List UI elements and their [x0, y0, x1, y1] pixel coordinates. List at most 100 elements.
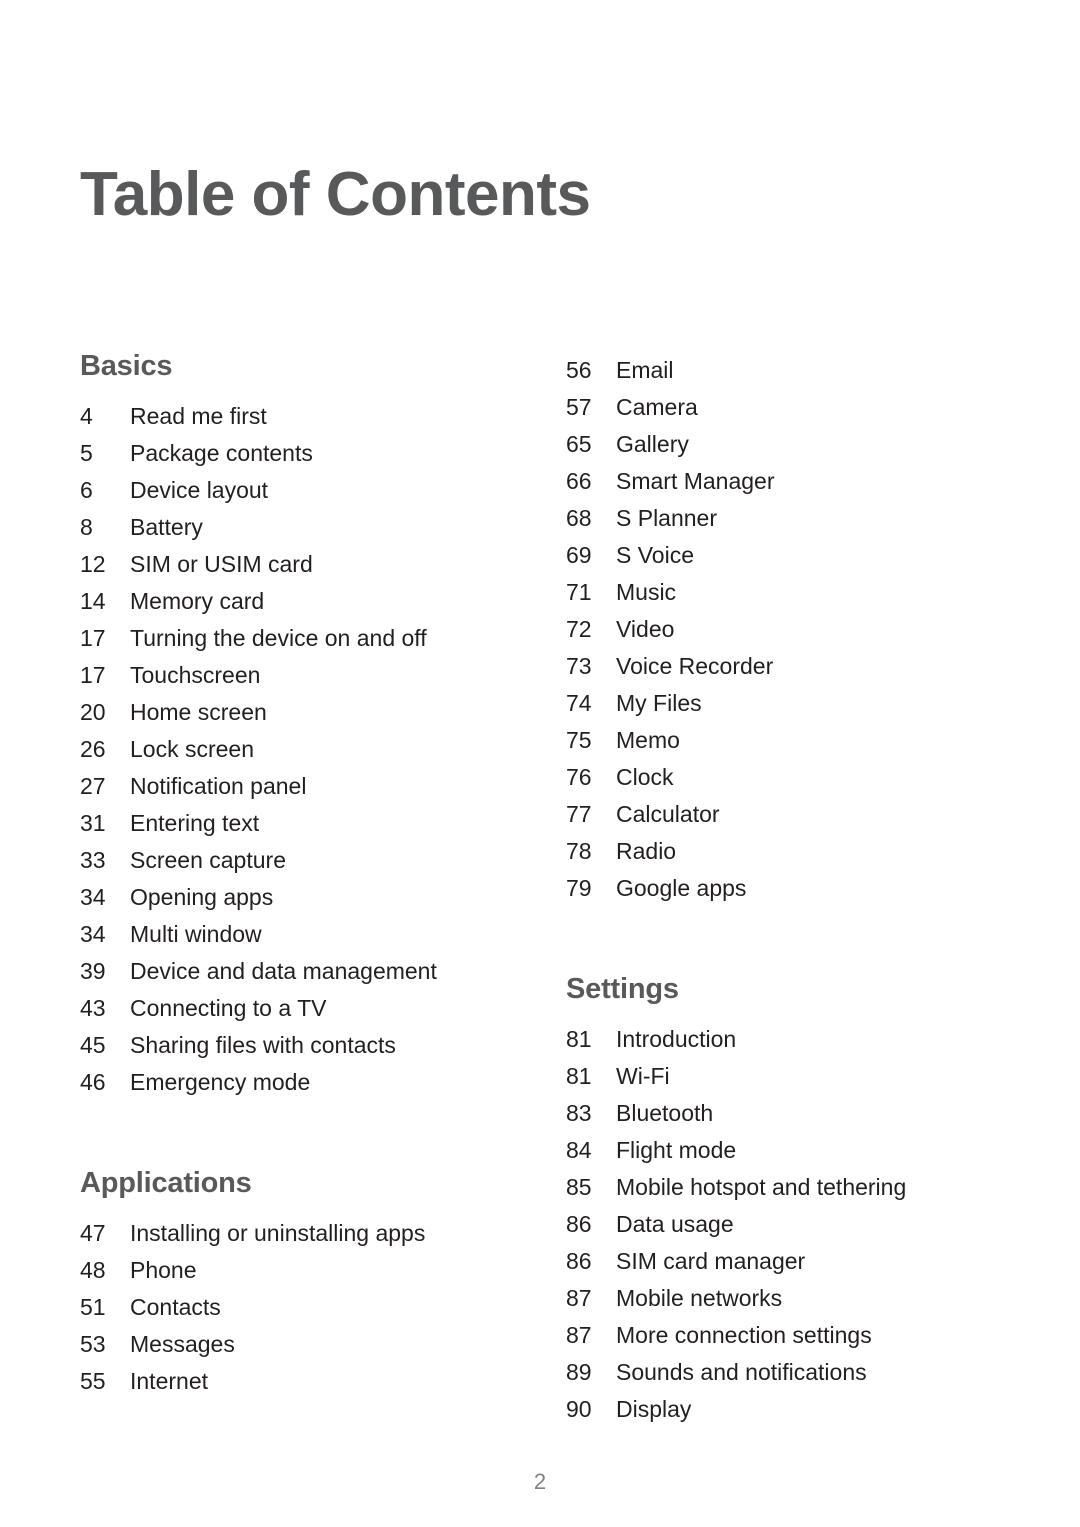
toc-entry-label: Emergency mode: [130, 1069, 311, 1095]
toc-entry[interactable]: 4 Read me first: [80, 398, 520, 435]
toc-entry[interactable]: 57 Camera: [566, 389, 1006, 426]
toc-entry-page: 56: [566, 357, 592, 383]
toc-entry[interactable]: 8 Battery: [80, 509, 520, 546]
toc-entry[interactable]: 74 My Files: [566, 685, 1006, 722]
toc-entry-page: 73: [566, 653, 592, 679]
toc-entry-label: Memory card: [130, 588, 265, 614]
toc-entry-page: 47: [80, 1220, 106, 1246]
toc-entry[interactable]: 81 Wi-Fi: [566, 1058, 1006, 1095]
toc-entry[interactable]: 77 Calculator: [566, 796, 1006, 833]
toc-entry-page: 8: [80, 514, 93, 540]
toc-entry[interactable]: 31 Entering text: [80, 805, 520, 842]
toc-entry-label: Contacts: [130, 1294, 221, 1320]
toc-entry[interactable]: 65 Gallery: [566, 426, 1006, 463]
toc-entry[interactable]: 56 Email: [566, 352, 1006, 389]
toc-entry[interactable]: 79 Google apps: [566, 870, 1006, 907]
toc-entry[interactable]: 34 Opening apps: [80, 879, 520, 916]
toc-entry[interactable]: 85 Mobile hotspot and tethering: [566, 1169, 1006, 1206]
toc-entry[interactable]: 68 S Planner: [566, 500, 1006, 537]
toc-entry-label: Music: [616, 579, 677, 605]
toc-entry-page: 71: [566, 579, 592, 605]
toc-entry-page: 87: [566, 1285, 592, 1311]
toc-entry-label: Flight mode: [616, 1137, 737, 1163]
toc-entry-page: 66: [566, 468, 592, 494]
toc-section: Basics 4 Read me first 5 Package contents 6 De…: [80, 352, 520, 1101]
toc-entry[interactable]: 27 Notification panel: [80, 768, 520, 805]
toc-list: 4 Read me first 5 Package contents 6 Device l…: [80, 398, 520, 1101]
toc-entry[interactable]: 66 Smart Manager: [566, 463, 1006, 500]
toc-section: 56 Email 57 Camera 65 Gallery 66 Smart Manager 6…: [566, 352, 1006, 907]
toc-entry[interactable]: 14 Memory card: [80, 583, 520, 620]
toc-entry[interactable]: 81 Introduction: [566, 1021, 1006, 1058]
toc-entry[interactable]: 17 Turning the device on and off: [80, 620, 520, 657]
toc-entry[interactable]: 6 Device layout: [80, 472, 520, 509]
toc-entry-page: 51: [80, 1294, 106, 1320]
toc-entry-label: Camera: [616, 394, 698, 420]
toc-entry-label: Phone: [130, 1257, 197, 1283]
toc-entry[interactable]: 86 SIM card manager: [566, 1243, 1006, 1280]
toc-entry[interactable]: 78 Radio: [566, 833, 1006, 870]
toc-entry[interactable]: 69 S Voice: [566, 537, 1006, 574]
toc-entry-label: Voice Recorder: [616, 653, 774, 679]
toc-entry[interactable]: 87 Mobile networks: [566, 1280, 1006, 1317]
toc-section-heading: Applications: [80, 1167, 252, 1199]
toc-entry[interactable]: 89 Sounds and notifications: [566, 1354, 1006, 1391]
toc-entry[interactable]: 53 Messages: [80, 1326, 520, 1363]
toc-entry[interactable]: 90 Display: [566, 1391, 1006, 1428]
toc-entry-label: Wi-Fi: [616, 1063, 670, 1089]
toc-entry[interactable]: 76 Clock: [566, 759, 1006, 796]
toc-entry[interactable]: 34 Multi window: [80, 916, 520, 953]
toc-entry-label: Multi window: [130, 921, 262, 947]
toc-entry[interactable]: 17 Touchscreen: [80, 657, 520, 694]
toc-entry-page: 20: [80, 699, 106, 725]
toc-entry-page: 86: [566, 1248, 592, 1274]
toc-entry[interactable]: 33 Screen capture: [80, 842, 520, 879]
toc-entry[interactable]: 26 Lock screen: [80, 731, 520, 768]
toc-entry[interactable]: 12 SIM or USIM card: [80, 546, 520, 583]
toc-entry[interactable]: 51 Contacts: [80, 1289, 520, 1326]
toc-entry-label: Installing or uninstalling apps: [130, 1220, 426, 1246]
toc-entry[interactable]: 87 More connection settings: [566, 1317, 1006, 1354]
toc-entry[interactable]: 5 Package contents: [80, 435, 520, 472]
toc-entry-page: 45: [80, 1032, 106, 1058]
toc-entry-page: 79: [566, 875, 592, 901]
toc-entry[interactable]: 84 Flight mode: [566, 1132, 1006, 1169]
toc-entry-label: Device and data management: [130, 958, 437, 984]
toc-entry[interactable]: 45 Sharing files with contacts: [80, 1027, 520, 1064]
toc-entry[interactable]: 86 Data usage: [566, 1206, 1006, 1243]
toc-entry-page: 53: [80, 1331, 106, 1357]
toc-entry[interactable]: 46 Emergency mode: [80, 1064, 520, 1101]
toc-column-right: 56 Email 57 Camera 65 Gallery 66 Smart Manager 6…: [566, 352, 1006, 1428]
toc-entry[interactable]: 43 Connecting to a TV: [80, 990, 520, 1027]
toc-entry-label: Lock screen: [130, 736, 255, 762]
toc-entry[interactable]: 75 Memo: [566, 722, 1006, 759]
toc-entry[interactable]: 72 Video: [566, 611, 1006, 648]
toc-entry-label: My Files: [616, 690, 702, 716]
toc-entry-page: 4: [80, 403, 93, 429]
toc-entry-page: 57: [566, 394, 592, 420]
toc-entry-label: Internet: [130, 1368, 208, 1394]
toc-entry[interactable]: 55 Internet: [80, 1363, 520, 1400]
toc-entry-page: 81: [566, 1026, 592, 1052]
toc-entry-label: Mobile networks: [616, 1285, 783, 1311]
toc-entry[interactable]: 71 Music: [566, 574, 1006, 611]
toc-entry-page: 77: [566, 801, 592, 827]
toc-entry-label: Clock: [616, 764, 674, 790]
toc-entry-page: 34: [80, 921, 106, 947]
toc-entry-page: 43: [80, 995, 106, 1021]
toc-entry-page: 27: [80, 773, 106, 799]
toc-entry-label: Opening apps: [130, 884, 274, 910]
toc-entry-page: 87: [566, 1322, 592, 1348]
toc-entry-page: 84: [566, 1137, 592, 1163]
toc-entry[interactable]: 73 Voice Recorder: [566, 648, 1006, 685]
toc-entry-page: 48: [80, 1257, 106, 1283]
page-title: Table of Contents: [80, 159, 591, 229]
toc-entry[interactable]: 48 Phone: [80, 1252, 520, 1289]
toc-entry-label: Turning the device on and off: [130, 625, 427, 651]
toc-entry-page: 74: [566, 690, 592, 716]
toc-entry-label: S Planner: [616, 505, 718, 531]
toc-entry[interactable]: 83 Bluetooth: [566, 1095, 1006, 1132]
toc-entry[interactable]: 47 Installing or uninstalling apps: [80, 1215, 520, 1252]
toc-entry[interactable]: 20 Home screen: [80, 694, 520, 731]
toc-entry[interactable]: 39 Device and data management: [80, 953, 520, 990]
